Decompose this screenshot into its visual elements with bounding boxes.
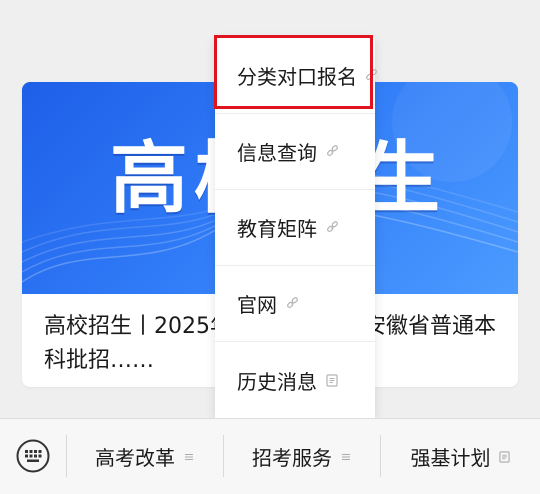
menu-item-label: 教育矩阵 <box>237 217 317 241</box>
tab-label: 强基计划 <box>410 446 491 470</box>
link-icon <box>325 221 339 235</box>
tab-label: 招考服务 <box>252 446 332 470</box>
menu-item-label: 历史消息 <box>237 369 317 394</box>
document-icon <box>325 373 339 387</box>
menu-item-official-site[interactable]: 官网 <box>215 266 375 342</box>
keyboard-icon[interactable] <box>16 439 50 473</box>
tab-exam-services[interactable]: 招考服务 <box>224 419 380 494</box>
tab-gaokao-reform[interactable]: 高考改革 <box>67 419 223 494</box>
bottom-menu-bar: 高考改革 招考服务 强基计划 <box>0 418 540 494</box>
menu-item-education-matrix[interactable]: 教育矩阵 <box>215 190 375 266</box>
tab-strong-base-plan[interactable]: 强基计划 <box>381 419 540 494</box>
highlight-box <box>214 35 373 109</box>
menu-item-history-messages[interactable]: 历史消息 <box>215 342 375 418</box>
menu-lines-icon <box>340 451 352 463</box>
menu-item-info-query[interactable]: 信息查询 <box>215 114 375 190</box>
menu-item-label: 信息查询 <box>237 141 317 165</box>
menu-item-label: 官网 <box>237 293 277 317</box>
menu-lines-icon <box>183 451 195 463</box>
tab-label: 高考改革 <box>95 446 175 470</box>
document-icon <box>499 450 511 463</box>
link-icon <box>285 297 299 311</box>
link-icon <box>325 145 339 159</box>
